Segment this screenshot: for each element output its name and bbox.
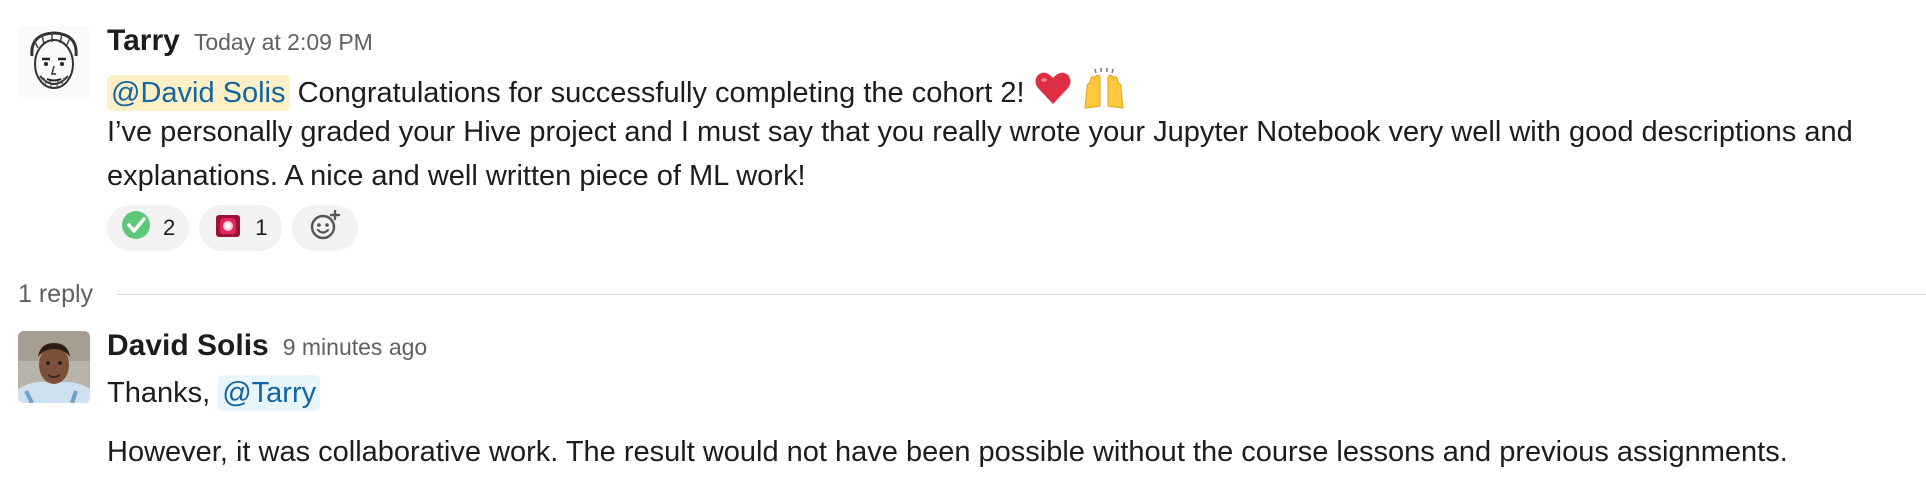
message-line: Thanks, @Tarry [107,371,321,415]
message-line: I’ve personally graded your Hive project… [107,116,1853,148]
add-reaction-icon [309,209,341,247]
message-header-tarry: Tarry Today at 2:09 PM [107,24,373,58]
avatar-david-solis[interactable] [18,331,90,403]
reaction-count: 2 [163,215,176,240]
message-text: Thanks, [107,377,211,409]
message-header-david: David Solis 9 minutes ago [107,329,427,363]
reaction-check[interactable]: 2 [107,205,190,251]
timestamp[interactable]: 9 minutes ago [283,334,427,361]
thread-divider: 1 reply [18,280,1926,309]
message-text: Congratulations for successfully complet… [297,77,1025,110]
reaction-siren[interactable]: 1 [199,205,282,251]
check-mark-icon [121,210,151,246]
reaction-count: 1 [255,215,268,240]
siren-icon [213,210,243,246]
add-reaction-button[interactable] [291,205,358,251]
timestamp[interactable]: Today at 2:09 PM [194,29,373,56]
message-line: However, it was collaborative work. The … [107,436,1788,468]
reply-count[interactable]: 1 reply [18,280,93,309]
divider-line [117,294,1926,295]
author-name[interactable]: David Solis [107,329,269,363]
avatar-tarry[interactable] [18,26,90,98]
author-name[interactable]: Tarry [107,24,180,58]
message-line: explanations. A nice and well written pi… [107,160,806,192]
user-mention[interactable]: @Tarry [218,375,321,411]
reactions-bar: 2 1 [107,205,358,251]
user-mention[interactable]: @David Solis [107,75,290,112]
